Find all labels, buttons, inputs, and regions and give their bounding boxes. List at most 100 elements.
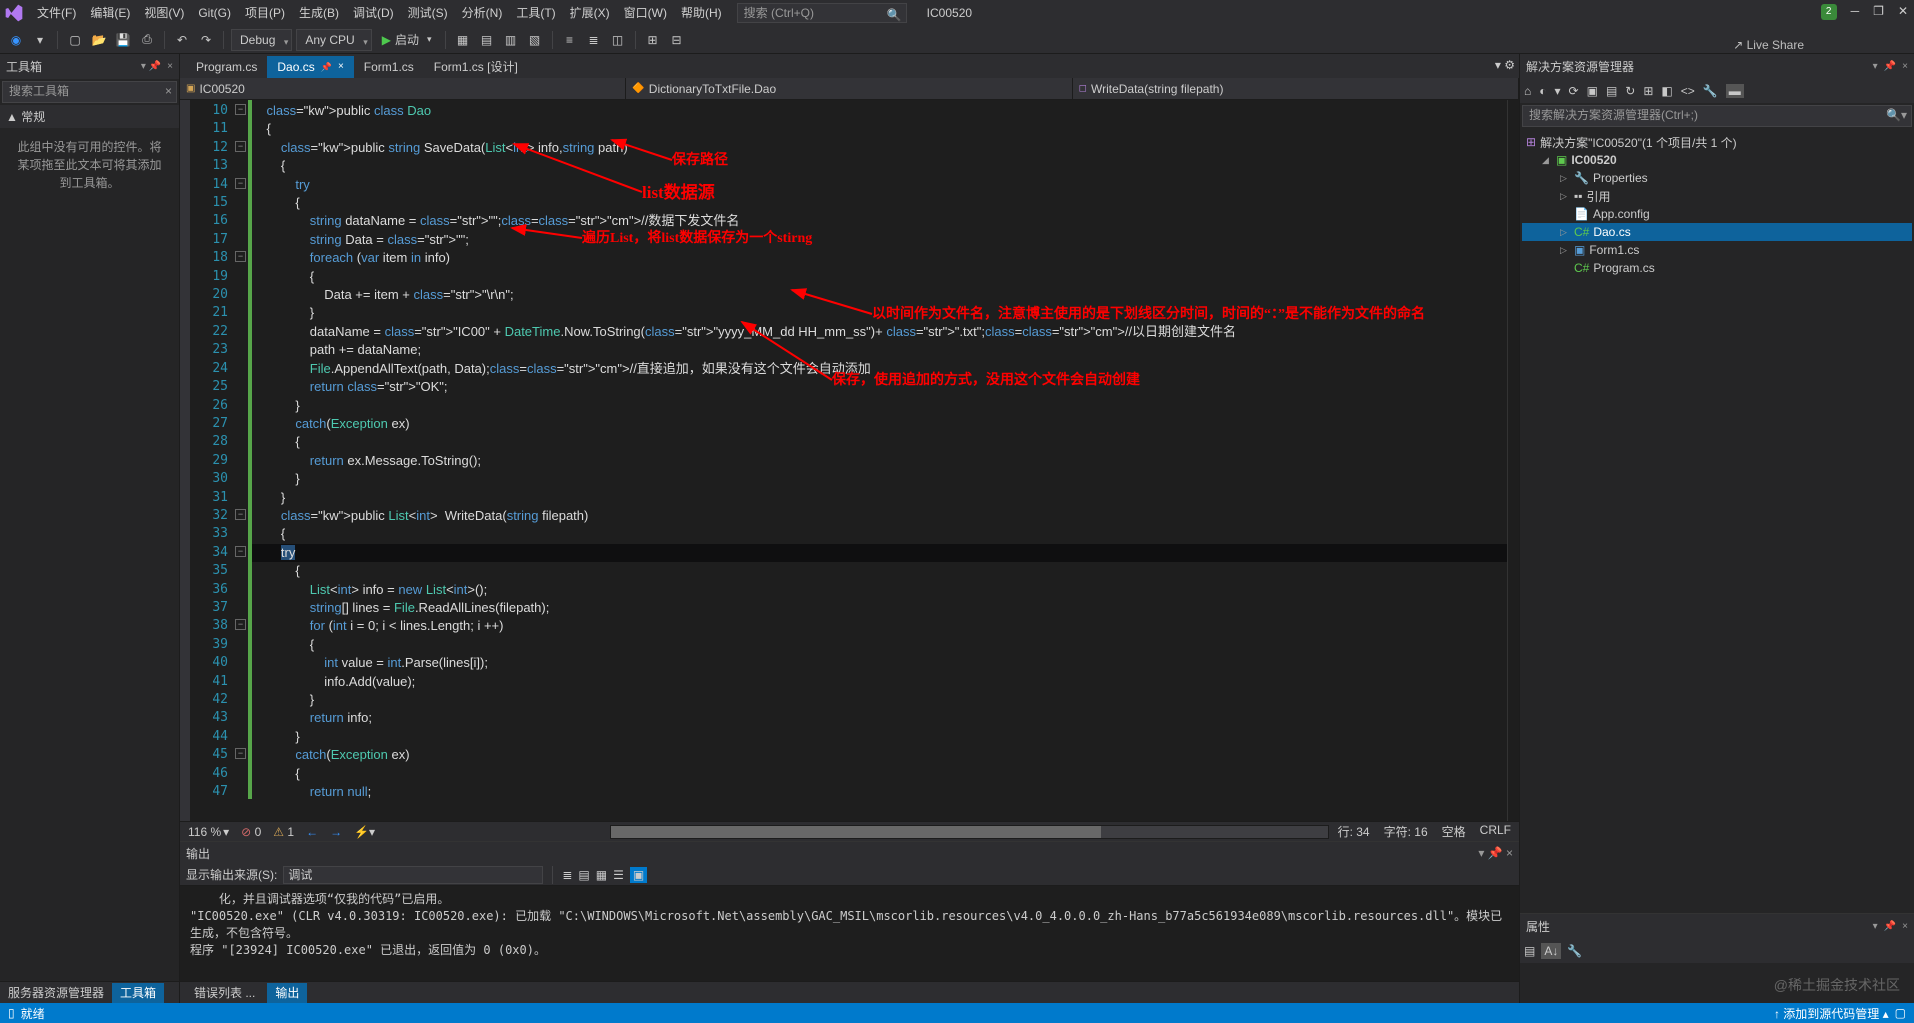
nav-scope[interactable]: ▣IC00520: [180, 78, 626, 99]
save-icon[interactable]: 💾: [113, 30, 133, 50]
nav-more-icon[interactable]: ⚡▾: [354, 825, 375, 839]
menu-debug[interactable]: 调试(D): [346, 0, 401, 26]
global-search-input[interactable]: 搜索 (Ctrl+Q)🔍: [737, 3, 907, 23]
nav-back-button[interactable]: ◉: [6, 30, 26, 50]
menu-project[interactable]: 项目(P): [238, 0, 292, 26]
bell-icon[interactable]: ▢: [1895, 1006, 1906, 1020]
add-source-control[interactable]: ↑ 添加到源代码管理 ▴: [1774, 1005, 1889, 1022]
alpha-sort-icon[interactable]: A↓: [1541, 943, 1561, 959]
pin-icon[interactable]: 📌: [1884, 921, 1896, 932]
tree-program-cs[interactable]: C#Program.cs: [1522, 259, 1912, 277]
minimize-button[interactable]: ─: [1851, 4, 1860, 20]
nav-fwd-button[interactable]: ▾: [30, 30, 50, 50]
toolbox-category[interactable]: ▲ 常规: [0, 105, 179, 128]
live-share-button[interactable]: ↗ Live Share: [1733, 38, 1804, 52]
expand-icon[interactable]: ◢: [1542, 155, 1552, 166]
pin-icon[interactable]: 📌: [321, 56, 332, 78]
nav-back-icon[interactable]: ←: [306, 825, 318, 839]
dropdown-icon[interactable]: ▾: [1478, 846, 1484, 860]
tool-icon-8[interactable]: ⊞: [643, 30, 663, 50]
tree-dao-cs[interactable]: ▷C#Dao.cs: [1522, 223, 1912, 241]
notification-badge[interactable]: 2: [1821, 4, 1837, 20]
menu-test[interactable]: 测试(S): [401, 0, 455, 26]
close-icon[interactable]: ×: [1902, 921, 1908, 932]
expand-icon[interactable]: ▷: [1560, 191, 1570, 202]
show-all-icon[interactable]: ▤: [1606, 84, 1617, 98]
tool-icon-1[interactable]: ▦: [453, 30, 473, 50]
collapse-icon[interactable]: ▣: [1587, 84, 1598, 98]
wrench-icon[interactable]: 🔧: [1703, 84, 1718, 98]
tab-form1[interactable]: Form1.cs: [354, 56, 424, 78]
tool-icon-3[interactable]: ▥: [501, 30, 521, 50]
tree-appconfig[interactable]: 📄App.config: [1522, 205, 1912, 223]
tab-output[interactable]: 输出: [267, 983, 307, 1003]
close-button[interactable]: ✕: [1898, 4, 1908, 20]
properties-icon[interactable]: ⊞: [1643, 84, 1653, 98]
menu-view[interactable]: 视图(V): [137, 0, 191, 26]
minimap[interactable]: [1507, 100, 1519, 821]
error-count[interactable]: ⊘ 0: [241, 825, 261, 839]
preview-icon[interactable]: ◧: [1661, 84, 1672, 98]
expand-icon[interactable]: ▷: [1560, 173, 1570, 184]
tree-references[interactable]: ▷▪▪引用: [1522, 187, 1912, 205]
solution-search[interactable]: 搜索解决方案资源管理器(Ctrl+;)🔍▾: [1522, 105, 1912, 127]
tab-settings-icon[interactable]: ▾ ⚙: [1495, 58, 1515, 72]
pin-icon[interactable]: 📌: [1488, 846, 1503, 860]
tree-project[interactable]: ◢▣IC00520: [1522, 151, 1912, 169]
new-project-icon[interactable]: ▢: [65, 30, 85, 50]
redo-icon[interactable]: ↷: [196, 30, 216, 50]
tool-icon-2[interactable]: ▤: [477, 30, 497, 50]
horizontal-scrollbar[interactable]: [610, 825, 1329, 839]
tab-toolbox[interactable]: 工具箱: [112, 983, 164, 1003]
output-icon-3[interactable]: ▣: [630, 867, 647, 883]
dropdown-icon[interactable]: ▾: [1873, 921, 1878, 932]
pin-icon[interactable]: 📌: [1884, 61, 1896, 72]
pin-icon[interactable]: ▾ 📌: [141, 61, 161, 72]
undo-icon[interactable]: ↶: [172, 30, 192, 50]
tool-icon-6[interactable]: ≣: [584, 30, 604, 50]
fold-column[interactable]: −−−−−−−−: [234, 100, 248, 821]
start-debug-button[interactable]: ▶启动▾: [376, 31, 438, 48]
back-icon[interactable]: ◐: [1539, 84, 1546, 98]
code-editor[interactable]: 10 11 12 13 14 15 16 17 18 19 20 21 22 2…: [180, 100, 1519, 821]
close-icon[interactable]: ×: [338, 56, 344, 78]
tab-program[interactable]: Program.cs: [186, 56, 267, 78]
nav-fwd-icon[interactable]: →: [330, 825, 342, 839]
categorize-icon[interactable]: ▤: [1524, 944, 1535, 958]
menu-tools[interactable]: 工具(T): [509, 0, 562, 26]
tree-properties[interactable]: ▷🔧Properties: [1522, 169, 1912, 187]
output-text[interactable]: 化，并且调试器选项“仅我的代码”已启用。 "IC00520.exe" (CLR …: [180, 886, 1519, 981]
refresh-icon[interactable]: ↻: [1625, 84, 1635, 98]
tree-form1-cs[interactable]: ▷▣Form1.cs: [1522, 241, 1912, 259]
platform-combo[interactable]: Any CPU: [296, 29, 371, 51]
tool-icon-9[interactable]: ⊟: [667, 30, 687, 50]
menu-help[interactable]: 帮助(H): [674, 0, 729, 26]
tab-form1-design[interactable]: Form1.cs [设计]: [424, 56, 528, 78]
code-content[interactable]: class="kw">public class Dao { class="kw"…: [252, 100, 1507, 821]
props-icon[interactable]: 🔧: [1567, 944, 1582, 958]
tool-icon-7[interactable]: ◫: [608, 30, 628, 50]
wrap-icon[interactable]: ▤: [578, 868, 589, 882]
code-icon[interactable]: <>: [1681, 84, 1695, 98]
close-icon[interactable]: ×: [1506, 846, 1513, 860]
dropdown-icon[interactable]: ▾: [1873, 61, 1878, 72]
tree-solution-root[interactable]: ⊞解决方案"IC00520"(1 个项目/共 1 个): [1522, 133, 1912, 151]
config-combo[interactable]: Debug: [231, 29, 292, 51]
maximize-button[interactable]: ❐: [1873, 4, 1884, 20]
view-icon[interactable]: ▬: [1726, 84, 1744, 98]
clear-icon[interactable]: ≣: [562, 868, 572, 882]
tab-dao[interactable]: Dao.cs📌×: [267, 56, 353, 78]
tool-icon-4[interactable]: ▧: [525, 30, 545, 50]
output-icon-1[interactable]: ▦: [596, 868, 607, 882]
tab-error-list[interactable]: 错误列表 ...: [186, 983, 263, 1003]
warning-count[interactable]: ⚠ 1: [273, 825, 294, 839]
tool-icon-5[interactable]: ≡: [560, 30, 580, 50]
menu-extensions[interactable]: 扩展(X): [563, 0, 617, 26]
zoom-level[interactable]: 116 % ▾: [188, 825, 229, 839]
solution-tree[interactable]: ⊞解决方案"IC00520"(1 个项目/共 1 个) ◢▣IC00520 ▷🔧…: [1520, 129, 1914, 913]
menu-window[interactable]: 窗口(W): [617, 0, 674, 26]
nav-class[interactable]: 🔶DictionaryToTxtFile.Dao: [626, 78, 1072, 99]
tab-server-explorer[interactable]: 服务器资源管理器: [0, 983, 112, 1003]
menu-edit[interactable]: 编辑(E): [83, 0, 137, 26]
menu-git[interactable]: Git(G): [191, 0, 238, 26]
